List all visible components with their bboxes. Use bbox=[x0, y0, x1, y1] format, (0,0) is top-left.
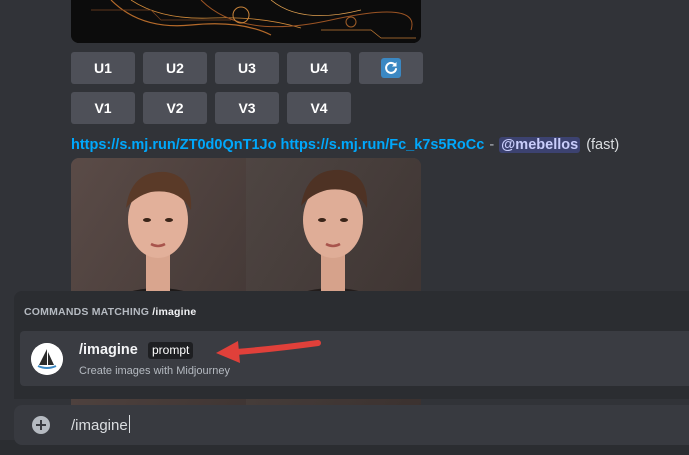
popup-header: COMMANDS MATCHING /imagine bbox=[24, 306, 196, 318]
popup-header-label: COMMANDS MATCHING bbox=[24, 306, 153, 318]
command-param-prompt[interactable]: prompt bbox=[148, 342, 194, 359]
variation-button-1[interactable]: V1 bbox=[71, 92, 135, 124]
variation-button-2[interactable]: V2 bbox=[143, 92, 207, 124]
message-link-line: https://s.mj.run/ZT0d0QnT1Jo https://s.m… bbox=[71, 135, 619, 155]
popup-header-query: /imagine bbox=[152, 306, 197, 318]
variation-button-3[interactable]: V3 bbox=[215, 92, 279, 124]
image-link-1[interactable]: https://s.mj.run/ZT0d0QnT1Jo bbox=[71, 137, 276, 153]
midjourney-sailboat-icon bbox=[31, 343, 63, 375]
message-input[interactable]: /imagine bbox=[71, 415, 130, 434]
upscale-button-1[interactable]: U1 bbox=[71, 52, 135, 84]
command-name: /imagine bbox=[79, 342, 138, 358]
message-input-value: /imagine bbox=[71, 417, 128, 434]
separator: - bbox=[489, 137, 495, 153]
annotation-arrow-icon bbox=[216, 340, 321, 363]
plus-circle-icon[interactable] bbox=[32, 416, 50, 434]
upscale-button-2[interactable]: U2 bbox=[143, 52, 207, 84]
message-input-bar[interactable]: /imagine bbox=[14, 405, 689, 445]
variation-button-4[interactable]: V4 bbox=[287, 92, 351, 124]
upscale-button-4[interactable]: U4 bbox=[287, 52, 351, 84]
refresh-icon bbox=[381, 58, 401, 78]
upscale-button-3[interactable]: U3 bbox=[215, 52, 279, 84]
text-caret bbox=[128, 415, 130, 433]
user-mention[interactable]: @mebellos bbox=[499, 137, 581, 153]
speed-label: (fast) bbox=[586, 137, 620, 153]
command-autocomplete-popup: COMMANDS MATCHING /imagine /imagine prom… bbox=[14, 291, 689, 399]
command-option-imagine[interactable]: /imagine prompt Create images with Midjo… bbox=[20, 331, 689, 386]
circuit-artwork bbox=[71, 0, 421, 43]
reroll-button[interactable] bbox=[359, 52, 423, 84]
image-link-2[interactable]: https://s.mj.run/Fc_k7s5RoCc bbox=[280, 137, 484, 153]
generated-image-top[interactable] bbox=[71, 0, 421, 43]
command-description: Create images with Midjourney bbox=[79, 365, 231, 377]
